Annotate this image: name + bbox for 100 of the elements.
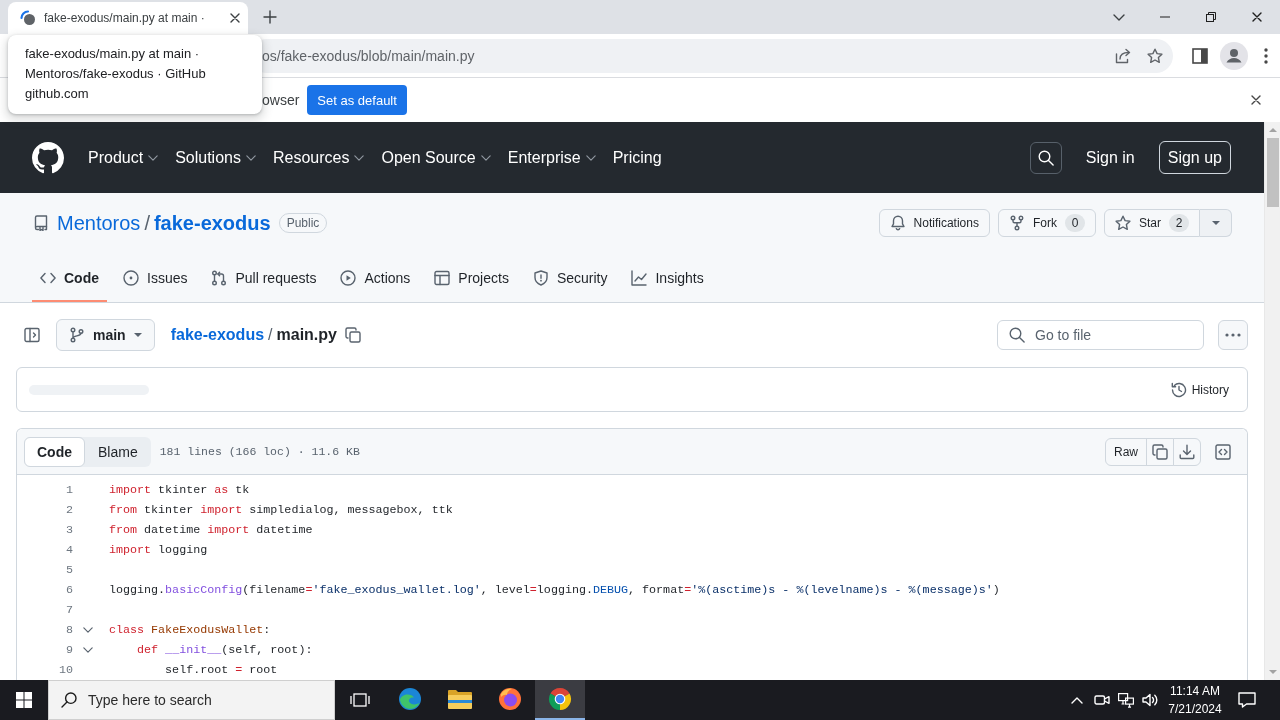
fork-icon — [1009, 215, 1025, 231]
fork-button[interactable]: Fork 0 — [998, 209, 1096, 237]
infobar-message: owser — [262, 92, 300, 108]
chevron-down-icon — [148, 154, 159, 161]
raw-button[interactable]: Raw — [1105, 437, 1147, 466]
copy-button[interactable] — [1146, 437, 1174, 466]
line-number: 7 — [65, 603, 73, 617]
code-icon — [40, 270, 56, 286]
close-icon[interactable] — [1251, 95, 1261, 105]
code-line: self.root = root — [164, 662, 278, 679]
repo-tab[interactable]: Projects — [426, 254, 517, 302]
speaker-icon[interactable] — [1142, 692, 1158, 708]
cat-logo-icon[interactable] — [32, 141, 64, 174]
repo-tab[interactable]: Insights — [623, 254, 712, 302]
new-tab-icon[interactable] — [263, 10, 277, 24]
scrollbar-thumb[interactable] — [1266, 138, 1279, 207]
code-line: from tkinter import simpledialog, messagebox, ttk — [108, 502, 453, 519]
code-line: import logging — [108, 542, 208, 559]
restore-icon[interactable] — [1206, 12, 1216, 22]
bell-icon — [889, 215, 906, 231]
file-name: main.py — [276, 326, 337, 344]
notifications-button[interactable]: Notifications — [878, 209, 990, 237]
graph-icon — [631, 270, 648, 286]
chevron-down-icon[interactable] — [1113, 13, 1125, 21]
taskbar-search-field[interactable]: Type here to search — [48, 680, 335, 720]
sign-up-button[interactable]: Sign up — [1158, 141, 1231, 174]
search-icon — [1037, 149, 1054, 166]
repo-name-link[interactable]: fake-exodus — [153, 211, 271, 235]
owner-link[interactable]: Mentoros — [57, 211, 141, 235]
browser-tab[interactable]: fake-exodus/main.py at main · — [8, 2, 248, 34]
search-icon — [61, 692, 77, 708]
line-number: 4 — [65, 543, 73, 557]
shield-icon — [532, 270, 549, 286]
view-tab[interactable]: Blame — [85, 436, 151, 467]
nav-link[interactable]: Pricing — [612, 148, 662, 167]
nav-menu-button[interactable]: Product — [88, 148, 159, 167]
camera-icon[interactable] — [1094, 692, 1110, 708]
chevron-down-icon — [585, 154, 596, 161]
four-squares-icon[interactable] — [16, 692, 32, 708]
close-icon[interactable] — [230, 13, 240, 23]
search-icon — [1009, 327, 1025, 343]
avatar-icon[interactable] — [1220, 41, 1248, 70]
line-number: 8 — [65, 623, 73, 637]
tooltip-url: github.com — [25, 85, 90, 103]
branch-button[interactable]: main — [56, 319, 155, 351]
repo-tab[interactable]: Code — [32, 254, 107, 302]
set-default-button[interactable]: Set as default — [307, 85, 407, 115]
copy-icon[interactable] — [345, 327, 361, 343]
sign-in-link[interactable]: Sign in — [1085, 148, 1135, 167]
chevron-down-icon — [480, 154, 491, 161]
repo-tab[interactable]: Issues — [115, 254, 196, 302]
star-icon[interactable] — [1147, 47, 1163, 64]
aperture-icon — [548, 687, 572, 711]
pull-request-icon — [211, 270, 228, 286]
download-button[interactable] — [1173, 437, 1201, 466]
copy-icon — [1152, 443, 1168, 460]
taskbar-app-button[interactable] — [535, 680, 585, 720]
notification-icon[interactable] — [1238, 692, 1256, 708]
three-dots-icon — [1225, 333, 1241, 337]
share-icon[interactable] — [1115, 47, 1131, 64]
caret-icon — [1211, 221, 1220, 225]
repo-link[interactable]: fake-exodus — [170, 326, 265, 344]
path-separator: / — [144, 211, 150, 235]
nav-menu-button[interactable]: Enterprise — [507, 148, 596, 167]
network-icon[interactable] — [1118, 692, 1134, 708]
path-separator: / — [268, 326, 273, 344]
code-square-icon[interactable] — [1215, 443, 1231, 460]
chevron-down-icon[interactable] — [83, 647, 93, 653]
line-number: 1 — [65, 483, 73, 497]
nav-menu-button[interactable]: Open Source — [381, 148, 491, 167]
line-number: 3 — [65, 523, 73, 537]
download-icon — [1179, 443, 1195, 460]
star-button[interactable]: Star 2 — [1104, 209, 1200, 237]
view-tab[interactable]: Code — [24, 436, 85, 467]
repo-tab[interactable]: Pull requests — [203, 254, 325, 302]
close-icon[interactable] — [1252, 12, 1262, 22]
menu-icon[interactable] — [1264, 47, 1268, 64]
spinner-icon — [20, 10, 36, 26]
repo-tab[interactable]: Actions — [332, 254, 419, 302]
code-line: logging.basicConfig(filename='fake_exodus_wallet.log', level=logging.DEBUG, format='%(asctime)s - %(levelname)s - %(message)s') — [108, 582, 1000, 599]
repo-tab[interactable]: Security — [524, 254, 616, 302]
chevron-down-icon — [245, 154, 256, 161]
go-to-file-field[interactable]: Go to file — [997, 320, 1204, 350]
line-number: 9 — [65, 643, 73, 657]
chevron-down-icon[interactable] — [83, 627, 93, 633]
history-button[interactable]: History — [1162, 375, 1237, 404]
flame-globe-icon — [498, 687, 522, 711]
line-number: 5 — [65, 563, 73, 577]
table-icon — [434, 270, 451, 286]
code-line: class FakeExodusWallet: — [108, 622, 271, 639]
side-panel-icon[interactable] — [1192, 47, 1208, 64]
sidebar-toggle-icon[interactable] — [24, 327, 40, 343]
clock-button[interactable]: 11:14 AM 7/21/2024 — [1167, 682, 1223, 718]
chevron-up-icon[interactable] — [1071, 696, 1083, 704]
star-menu-button[interactable] — [1200, 209, 1232, 237]
task-view-icon[interactable] — [350, 692, 370, 708]
nav-menu-button[interactable]: Solutions — [175, 148, 256, 167]
chevron-down-icon — [354, 154, 365, 161]
search-button[interactable] — [1029, 141, 1062, 174]
nav-menu-button[interactable]: Resources — [272, 148, 365, 167]
